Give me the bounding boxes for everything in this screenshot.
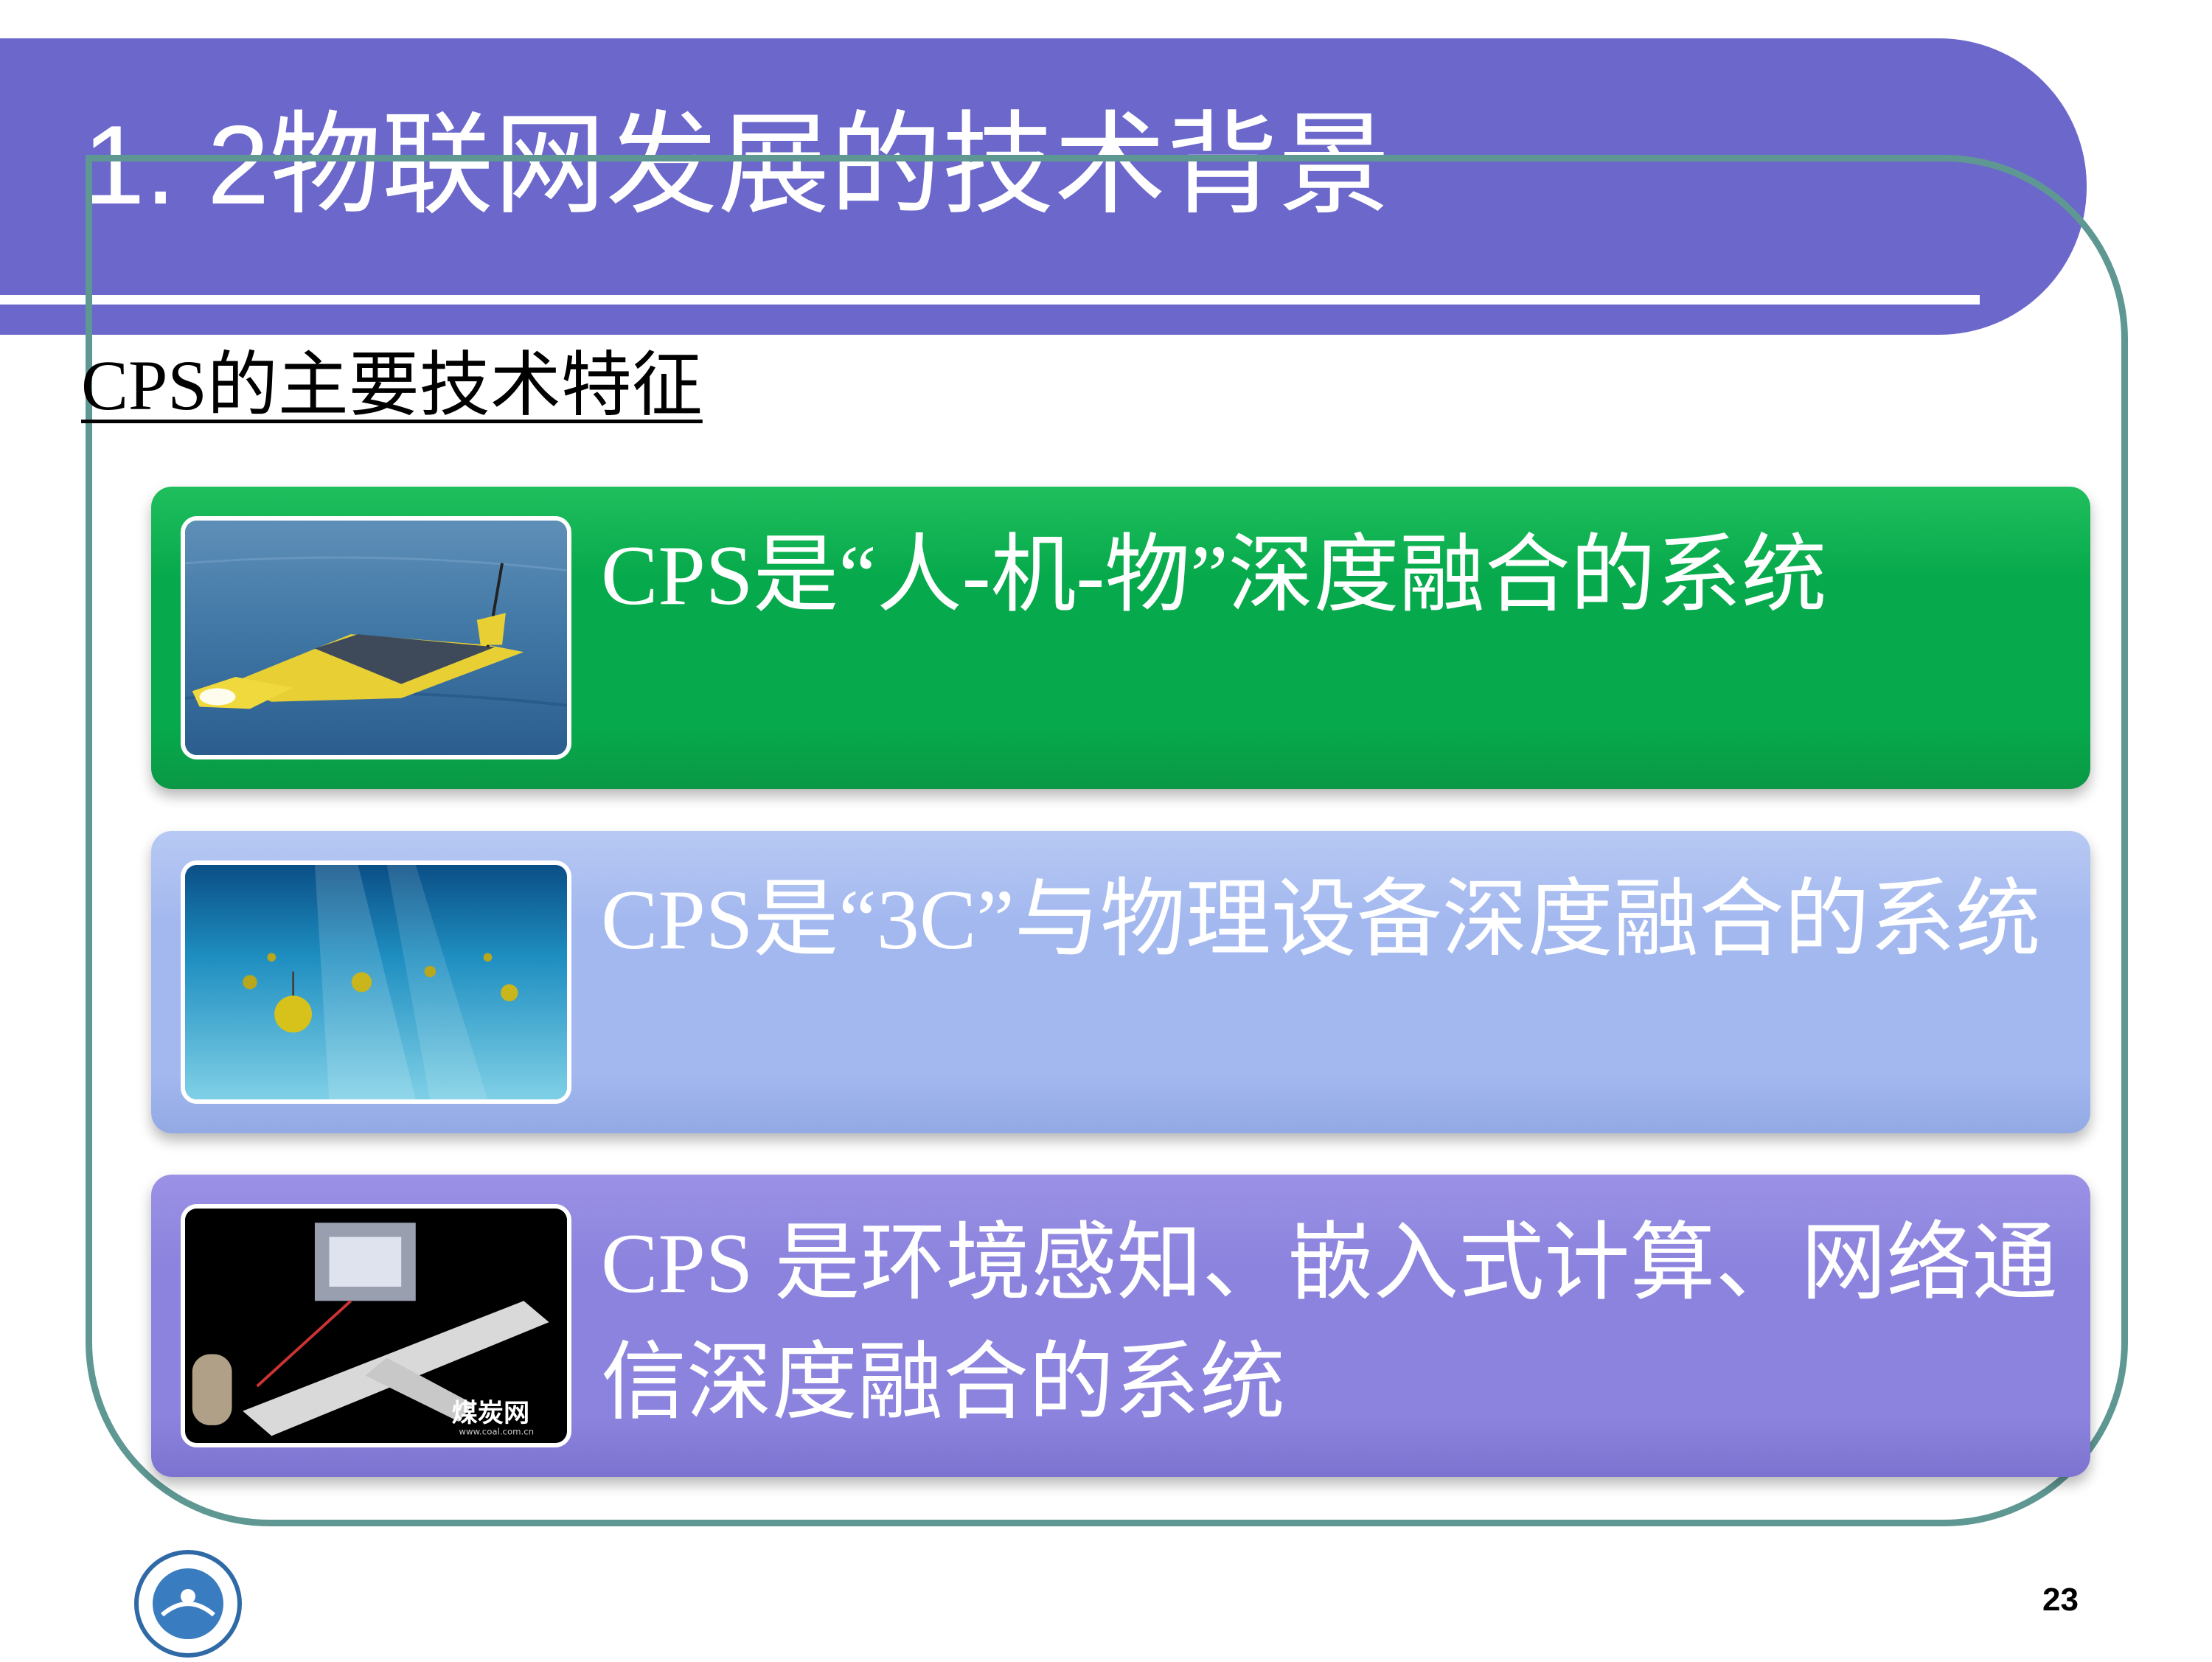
feature-text-1: CPS是“人-机-物”深度融合的系统 [601,529,1827,623]
feature-card-1: CPS是“人-机-物”深度融合的系统 [151,487,2090,789]
feature-text-2: CPS是“3C”与物理设备深度融合的系统 [601,873,2041,967]
feature-card-3: 煤炭网 www.coal.com.cn CPS 是环境感知、嵌入式计算、网络通信… [151,1175,2090,1477]
mine-tunnel-image: 煤炭网 www.coal.com.cn [181,1204,571,1447]
university-logo [133,1548,243,1659]
watermark-brand: 煤炭网 [452,1399,530,1428]
feature-text-3: CPS 是环境感知、嵌入式计算、网络通信深度融合的系统 [601,1217,2058,1430]
solar-glider-image [181,516,571,759]
page-number: 23 [2042,1582,2079,1618]
underwater-buoys-image [181,860,571,1104]
watermark-url: www.coal.com.cn [459,1427,534,1437]
feature-card-2: CPS是“3C”与物理设备深度融合的系统 [151,831,2090,1133]
slide-subtitle: CPS的主要技术特征 [81,346,703,425]
